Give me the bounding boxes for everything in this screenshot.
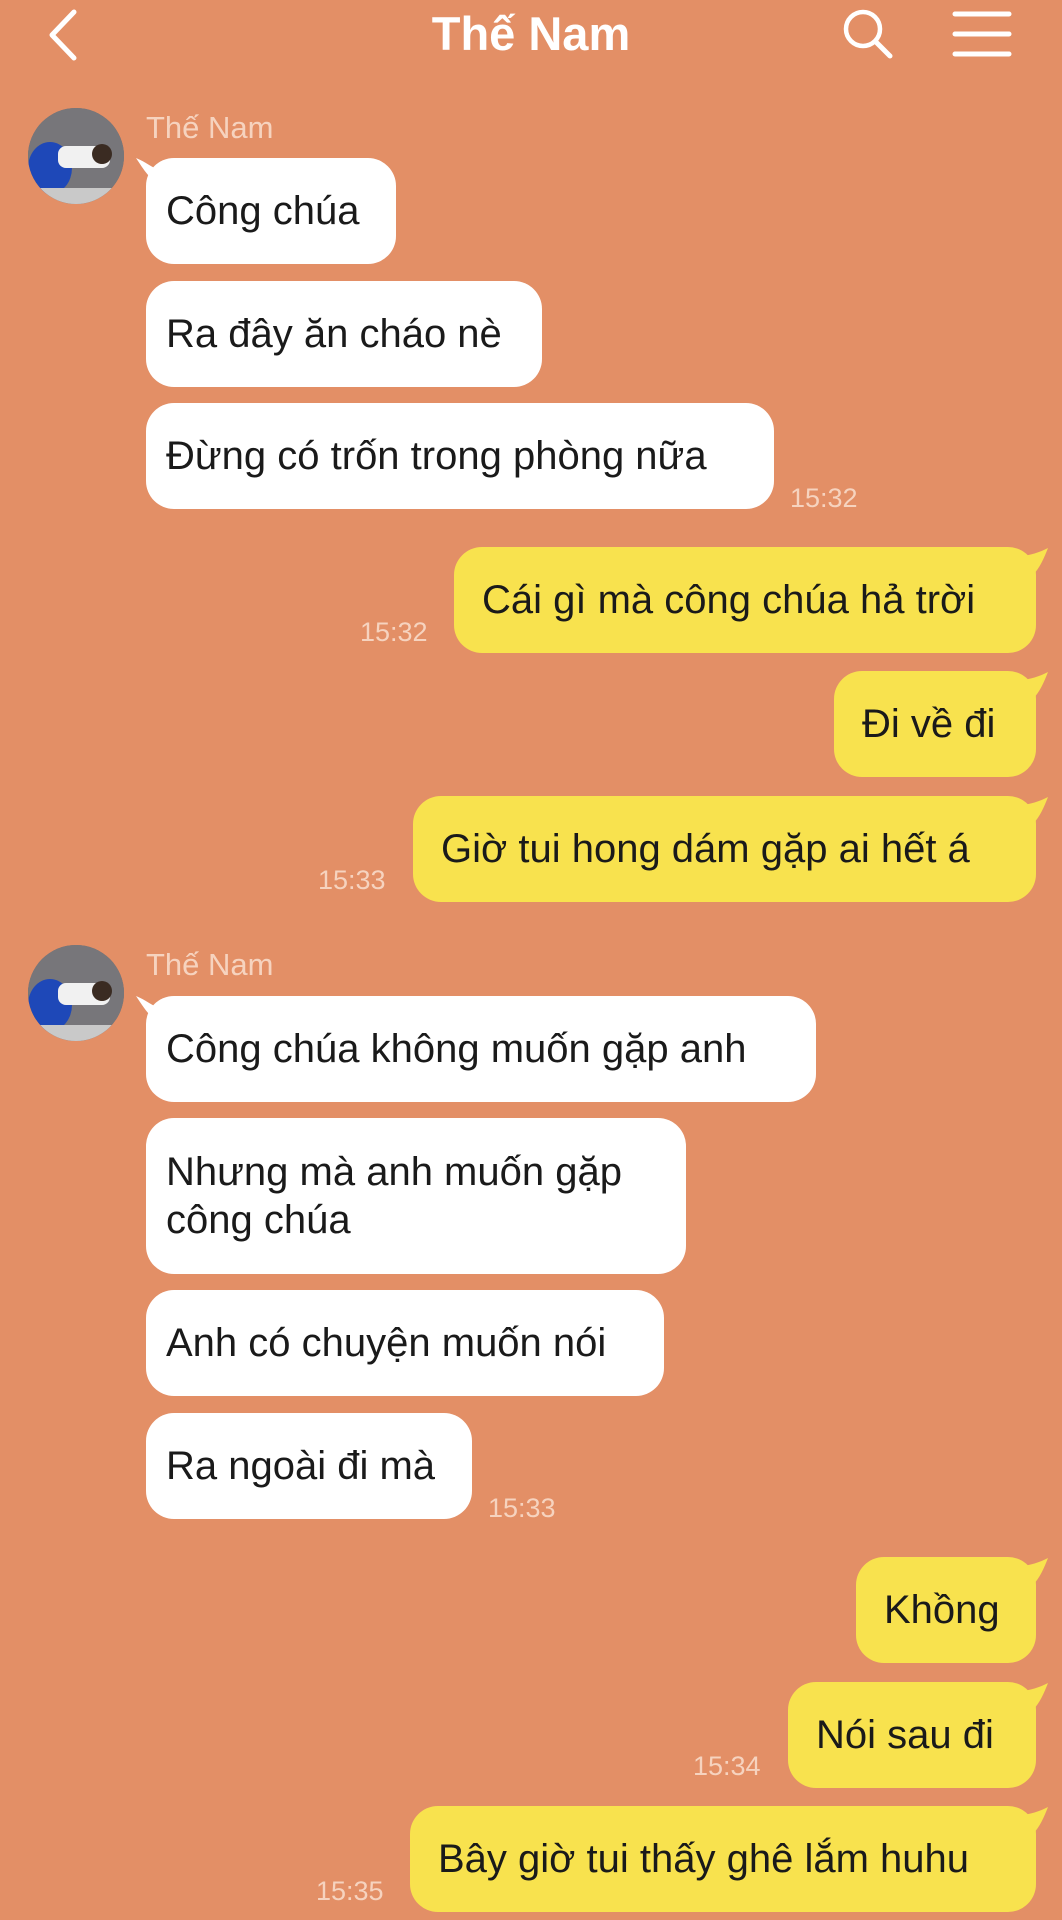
message-bubble-incoming[interactable]: Công chúa (146, 158, 396, 264)
message-text: Cái gì mà công chúa hả trời (482, 578, 976, 622)
message-bubble-outgoing[interactable]: Khồng (856, 1557, 1036, 1663)
message-timestamp: 15:33 (488, 1493, 556, 1523)
search-button[interactable] (840, 6, 896, 62)
message-text: Đi về đi (862, 702, 996, 746)
bubble-tail (1018, 1807, 1048, 1835)
message-text: Khồng (884, 1588, 1000, 1632)
bubble-tail (1018, 1683, 1048, 1711)
search-icon (843, 9, 893, 59)
message-text: Anh có chuyện muốn nói (166, 1321, 607, 1365)
message-bubble-incoming[interactable]: Ra đây ăn cháo nè (146, 281, 542, 387)
menu-button[interactable] (952, 8, 1012, 60)
bubble-tail (1018, 797, 1048, 825)
bubble-tail (1018, 1558, 1048, 1586)
message-bubble-incoming[interactable]: Đừng có trốn trong phòng nữa (146, 403, 774, 509)
message-timestamp: 15:32 (360, 617, 428, 647)
message-text: Bây giờ tui thấy ghê lắm huhu (438, 1837, 969, 1881)
message-bubble-incoming[interactable]: Công chúa không muốn gặp anh (146, 996, 816, 1102)
chat-header: Thế Nam (0, 0, 1062, 70)
sender-name: Thế Nam (146, 110, 274, 145)
chat-title: Thế Nam (431, 7, 631, 60)
message-bubble-outgoing[interactable]: Nói sau đi (788, 1682, 1036, 1788)
message-bubble-outgoing[interactable]: Đi về đi (834, 671, 1036, 777)
message-text: công chúa (166, 1198, 351, 1242)
message-bubble-outgoing[interactable]: Giờ tui hong dám gặp ai hết á (413, 796, 1036, 902)
message-text: Nói sau đi (816, 1713, 994, 1757)
sender-name: Thế Nam (146, 947, 274, 982)
message-timestamp: 15:35 (316, 1876, 384, 1906)
message-timestamp: 15:34 (693, 1751, 761, 1781)
bubble-tail (1018, 548, 1048, 576)
message-text: Công chúa không muốn gặp anh (166, 1027, 747, 1071)
message-text: Ra đây ăn cháo nè (166, 312, 502, 356)
message-text: Đừng có trốn trong phòng nữa (166, 434, 707, 478)
avatar[interactable] (28, 108, 124, 204)
message-text: Công chúa (166, 189, 360, 233)
message-timestamp: 15:32 (790, 483, 858, 513)
message-text: Ra ngoài đi mà (166, 1444, 436, 1488)
message-timestamp: 15:33 (318, 865, 386, 895)
message-bubble-incoming[interactable]: Nhưng mà anh muốn gặp công chúa (146, 1118, 686, 1274)
message-bubble-outgoing[interactable]: Bây giờ tui thấy ghê lắm huhu (410, 1806, 1036, 1912)
message-text: Giờ tui hong dám gặp ai hết á (441, 827, 970, 871)
bubble-tail (1018, 672, 1048, 700)
message-text: Nhưng mà anh muốn gặp (166, 1150, 622, 1194)
message-bubble-incoming[interactable]: Ra ngoài đi mà (146, 1413, 472, 1519)
message-bubble-outgoing[interactable]: Cái gì mà công chúa hả trời (454, 547, 1036, 653)
hamburger-menu-icon (952, 11, 1012, 57)
message-bubble-incoming[interactable]: Anh có chuyện muốn nói (146, 1290, 664, 1396)
avatar[interactable] (28, 945, 124, 1041)
